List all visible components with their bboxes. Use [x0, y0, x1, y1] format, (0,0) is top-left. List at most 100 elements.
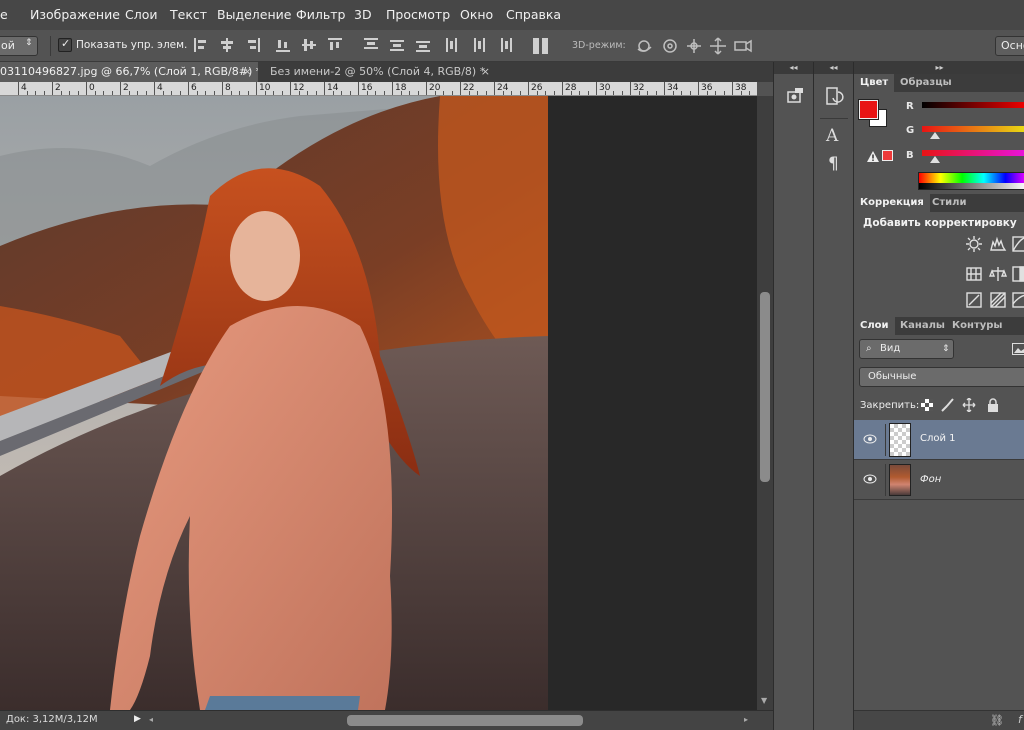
align-left-icon [276, 40, 290, 52]
tab-swatches[interactable]: Образцы [894, 74, 958, 92]
ruler-tick [86, 82, 87, 95]
document-tabs: 03110496827.jpg @ 66,7% (Слой 1, RGB/8#)… [0, 62, 773, 82]
lock-icons-group [921, 398, 998, 412]
layer-name: Фон [920, 474, 942, 485]
scroll-right-arrow-icon[interactable]: ▸ [744, 715, 748, 724]
tab-label: 03110496827.jpg @ 66,7% (Слой 1, RGB/8#)… [0, 65, 258, 78]
channel-r-slider[interactable] [922, 102, 1024, 108]
character-panel-icon[interactable]: A [826, 126, 838, 146]
ruler-tick [307, 91, 308, 95]
ruler-tick [621, 91, 623, 95]
photo-scene [0, 96, 548, 710]
ruler-tick [171, 91, 172, 95]
layers-panel-tabs: Слои Каналы Контуры [854, 317, 1024, 335]
align-right-icon [328, 38, 342, 50]
align-vcenter-icon [221, 38, 233, 52]
link-layers-icon[interactable]: ⛓ [990, 714, 1004, 727]
vertical-scrollbar[interactable]: ▼ [757, 96, 773, 710]
tab-adjustments[interactable]: Коррекция [854, 194, 930, 212]
fx-icon[interactable]: f [1018, 713, 1022, 726]
menu-item-view[interactable]: Просмотр [386, 7, 450, 22]
paragraph-panel-icon[interactable]: ¶ [828, 154, 839, 174]
ruler-tick [324, 82, 325, 95]
menu-item-file-partial[interactable]: е [0, 7, 8, 22]
ruler-tick [35, 91, 36, 95]
ruler-tick [451, 91, 453, 95]
tab-channels[interactable]: Каналы [894, 317, 951, 335]
layer-row-layer1[interactable]: Слой 1 [854, 420, 1024, 460]
workspace-label: Осно [1001, 39, 1024, 52]
pan-3d-icon [687, 39, 701, 53]
foreground-color-swatch[interactable] [858, 99, 879, 120]
close-icon[interactable]: × [481, 62, 490, 82]
visibility-eye-icon[interactable] [863, 474, 877, 484]
tab-document-1[interactable]: 03110496827.jpg @ 66,7% (Слой 1, RGB/8#)… [0, 62, 258, 82]
ruler-tick [528, 82, 529, 95]
status-menu-arrow-icon[interactable]: ▶ [134, 714, 141, 724]
camera-3d-icon [734, 39, 752, 53]
menu-item-help[interactable]: Справка [506, 7, 561, 22]
history-icon[interactable] [825, 86, 845, 108]
blend-mode-value: Обычные [868, 371, 917, 382]
blend-mode-dropdown[interactable]: Обычные [859, 367, 1024, 387]
menu-item-text[interactable]: Текст [170, 7, 207, 22]
roll-3d-icon [663, 39, 677, 53]
menu-item-select[interactable]: Выделение [217, 7, 291, 22]
vibrance-icon [966, 267, 982, 281]
ruler-tick [655, 91, 657, 95]
ruler-tick [698, 82, 699, 95]
ruler-tick [562, 82, 563, 95]
filter-image-icon[interactable] [1012, 343, 1024, 355]
history-brush-icon[interactable] [786, 86, 804, 106]
horizontal-scroll-thumb[interactable] [347, 715, 583, 726]
ruler-tick [434, 91, 436, 95]
tab-color[interactable]: Цвет [854, 74, 895, 92]
lock-position-icon [962, 398, 976, 412]
ruler-tick [281, 91, 283, 95]
dock-strip-1: ◂◂ [773, 62, 813, 730]
auto-select-dropdown[interactable]: ой ⇕ [0, 36, 38, 56]
tab-layers[interactable]: Слои [854, 317, 895, 335]
color-balance-icon [988, 267, 1008, 281]
ruler-tick [273, 91, 274, 95]
ruler-tick [400, 91, 402, 95]
scroll-left-arrow-icon[interactable]: ◂ [149, 715, 153, 724]
expand-panels-icon[interactable]: ▸▸ [854, 62, 1024, 74]
workspace-button[interactable]: Осно [995, 36, 1024, 56]
channel-g-handle[interactable] [930, 132, 940, 139]
menu-item-filter[interactable]: Фильтр [296, 7, 345, 22]
tab-paths[interactable]: Контуры [946, 317, 1008, 335]
tab-document-2[interactable]: Без имени-2 @ 50% (Слой 4, RGB/8) * × [262, 62, 496, 82]
collapse-strip-icon[interactable]: ◂◂ [774, 62, 813, 74]
show-transform-checkbox[interactable]: ✓ [58, 37, 72, 52]
menu-item-3d[interactable]: 3D [354, 7, 372, 22]
web-safe-color-swatch[interactable] [882, 150, 893, 161]
ruler-tick [196, 91, 198, 95]
ruler-tick [519, 91, 521, 95]
divider [885, 464, 886, 496]
ruler-tick [553, 91, 555, 95]
ruler-tick [630, 82, 631, 95]
channel-g-label: G [906, 125, 915, 136]
close-icon[interactable]: × [243, 62, 252, 82]
menu-item-window[interactable]: Окно [460, 7, 493, 22]
color-spectrum-bar[interactable] [918, 172, 1024, 190]
ruler-tick [706, 91, 708, 95]
ruler-tick [154, 82, 155, 95]
vertical-scroll-thumb[interactable] [760, 292, 770, 482]
auto-align-icon[interactable] [532, 37, 550, 55]
collapse-strip-icon[interactable]: ◂◂ [814, 62, 853, 74]
ruler-tick [672, 91, 674, 95]
layer-row-background[interactable]: Фон [854, 460, 1024, 500]
ruler-tick [162, 91, 164, 95]
scroll-down-arrow-icon[interactable]: ▼ [761, 696, 767, 705]
menu-item-layers[interactable]: Слои [125, 7, 158, 22]
tab-styles[interactable]: Стили [926, 194, 972, 212]
curves-icon [1012, 236, 1024, 252]
menu-item-image[interactable]: Изображение [30, 7, 120, 22]
layer-filter-dropdown[interactable]: ⌕ Вид ⇕ [859, 339, 954, 359]
ruler-tick [366, 91, 368, 95]
canvas-area[interactable] [0, 96, 757, 710]
visibility-eye-icon[interactable] [863, 434, 877, 444]
channel-b-handle[interactable] [930, 156, 940, 163]
